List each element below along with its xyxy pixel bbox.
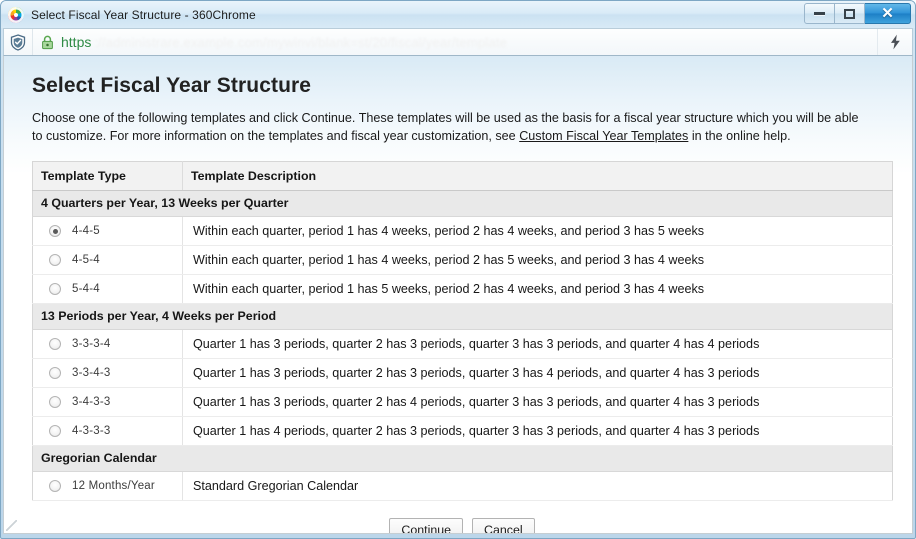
lock-icon [41,35,54,50]
minimize-icon [814,12,825,15]
cell-template-type[interactable]: 4-4-5 [32,216,183,246]
url-scheme-text: https [61,34,92,50]
table-group-label: Gregorian Calendar [32,445,893,472]
radio-option[interactable]: 4-5-4 [49,254,176,266]
cell-template-type[interactable]: 4-5-4 [32,245,183,275]
page-description: Choose one of the following templates an… [32,109,870,145]
title-bar[interactable]: Select Fiscal Year Structure - 360Chrome… [1,1,915,28]
cell-template-description: Quarter 1 has 3 periods, quarter 2 has 3… [182,358,893,388]
radio-button[interactable] [49,367,61,379]
radio-option[interactable]: 3-4-3-3 [49,396,176,408]
shield-icon[interactable] [4,33,32,51]
cell-template-type[interactable]: 3-3-4-3 [32,358,183,388]
360-browser-logo-icon [8,6,24,23]
cell-template-type[interactable]: 4-3-3-3 [32,416,183,446]
table-row[interactable]: 3-4-3-3 Quarter 1 has 3 periods, quarter … [32,387,893,417]
table-body: 4 Quarters per Year, 13 Weeks per Quarte… [32,190,893,501]
radio-label: 3-3-3-4 [72,338,111,350]
cell-template-type[interactable]: 5-4-4 [32,274,183,304]
templates-table: Template Type Template Description 4 Qua… [32,161,893,501]
continue-button[interactable]: Continue [389,518,464,533]
cell-template-description: Quarter 1 has 3 periods, quarter 2 has 3… [182,329,893,359]
cell-template-description: Within each quarter, period 1 has 4 week… [182,245,893,275]
cancel-button[interactable]: Cancel [472,518,535,533]
window-controls: ✕ [804,3,911,24]
address-toolbar: https ://administrare.example.com/mywinv… [3,28,913,56]
radio-button[interactable] [49,225,61,237]
radio-button[interactable] [49,425,61,437]
page-content: Select Fiscal Year Structure Choose one … [3,56,913,534]
radio-option[interactable]: 5-4-4 [49,283,176,295]
table-row[interactable]: 4-4-5 Within each quarter, period 1 has 4… [32,216,893,246]
radio-button[interactable] [49,480,61,492]
table-header: Template Type Template Description [32,161,893,191]
cell-template-description: Within each quarter, period 1 has 4 week… [182,216,893,246]
button-bar: Continue Cancel [32,518,892,533]
page-title: Select Fiscal Year Structure [32,74,312,97]
radio-option[interactable]: 3-3-4-3 [49,367,176,379]
radio-option[interactable]: 4-3-3-3 [49,425,176,437]
radio-label: 5-4-4 [72,283,100,295]
column-header-template-type: Template Type [32,161,183,191]
radio-button[interactable] [49,396,61,408]
table-group-row: Gregorian Calendar [32,445,893,472]
radio-button[interactable] [49,338,61,350]
radio-option[interactable]: 12 Months/Year [49,480,176,492]
cell-template-description: Within each quarter, period 1 has 5 week… [182,274,893,304]
cell-template-type[interactable]: 3-3-3-4 [32,329,183,359]
cell-template-type[interactable]: 3-4-3-3 [32,387,183,417]
cell-template-description: Standard Gregorian Calendar [182,471,893,501]
page-description-part2: in the online help. [688,129,791,143]
cell-template-description: Quarter 1 has 3 periods, quarter 2 has 4… [182,387,893,417]
radio-option[interactable]: 3-3-3-4 [49,338,176,350]
table-group-row: 4 Quarters per Year, 13 Weeks per Quarte… [32,190,893,217]
table-group-label: 13 Periods per Year, 4 Weeks per Period [32,303,893,330]
table-row[interactable]: 4-3-3-3 Quarter 1 has 4 periods, quarter … [32,416,893,446]
restore-icon [844,8,855,19]
lightning-bolt-icon[interactable] [877,29,912,55]
table-row[interactable]: 12 Months/Year Standard Gregorian Calenda… [32,471,893,501]
table-row[interactable]: 3-3-3-4 Quarter 1 has 3 periods, quarter … [32,329,893,359]
radio-label: 4-4-5 [72,225,100,237]
radio-label: 3-4-3-3 [72,396,111,408]
browser-window: Select Fiscal Year Structure - 360Chrome… [0,0,916,539]
table-row[interactable]: 5-4-4 Within each quarter, period 1 has 5… [32,274,893,304]
radio-option[interactable]: 4-4-5 [49,225,176,237]
close-icon: ✕ [881,5,894,22]
table-row[interactable]: 4-5-4 Within each quarter, period 1 has 4… [32,245,893,275]
radio-label: 3-3-4-3 [72,367,111,379]
table-header-row: Template Type Template Description [32,161,893,191]
cell-template-type[interactable]: 12 Months/Year [32,471,183,501]
window-title: Select Fiscal Year Structure - 360Chrome [31,7,256,22]
table-row[interactable]: 3-3-4-3 Quarter 1 has 3 periods, quarter … [32,358,893,388]
custom-fiscal-year-templates-link[interactable]: Custom Fiscal Year Templates [519,129,688,143]
table-group-row: 13 Periods per Year, 4 Weeks per Period [32,303,893,330]
cell-template-description: Quarter 1 has 4 periods, quarter 2 has 3… [182,416,893,446]
radio-label: 4-3-3-3 [72,425,111,437]
column-header-template-description: Template Description [182,161,893,191]
minimize-button[interactable] [804,3,835,24]
radio-button[interactable] [49,254,61,266]
url-text: ://administrare.example.com/mywinvi/blan… [94,34,508,50]
radio-label: 4-5-4 [72,254,100,266]
radio-label: 12 Months/Year [72,480,155,492]
address-bar[interactable]: https ://administrare.example.com/mywinv… [32,29,877,55]
resize-grip[interactable] [6,520,17,531]
restore-button[interactable] [835,3,865,24]
radio-button[interactable] [49,283,61,295]
close-button[interactable]: ✕ [865,3,911,24]
table-group-label: 4 Quarters per Year, 13 Weeks per Quarte… [32,190,893,217]
